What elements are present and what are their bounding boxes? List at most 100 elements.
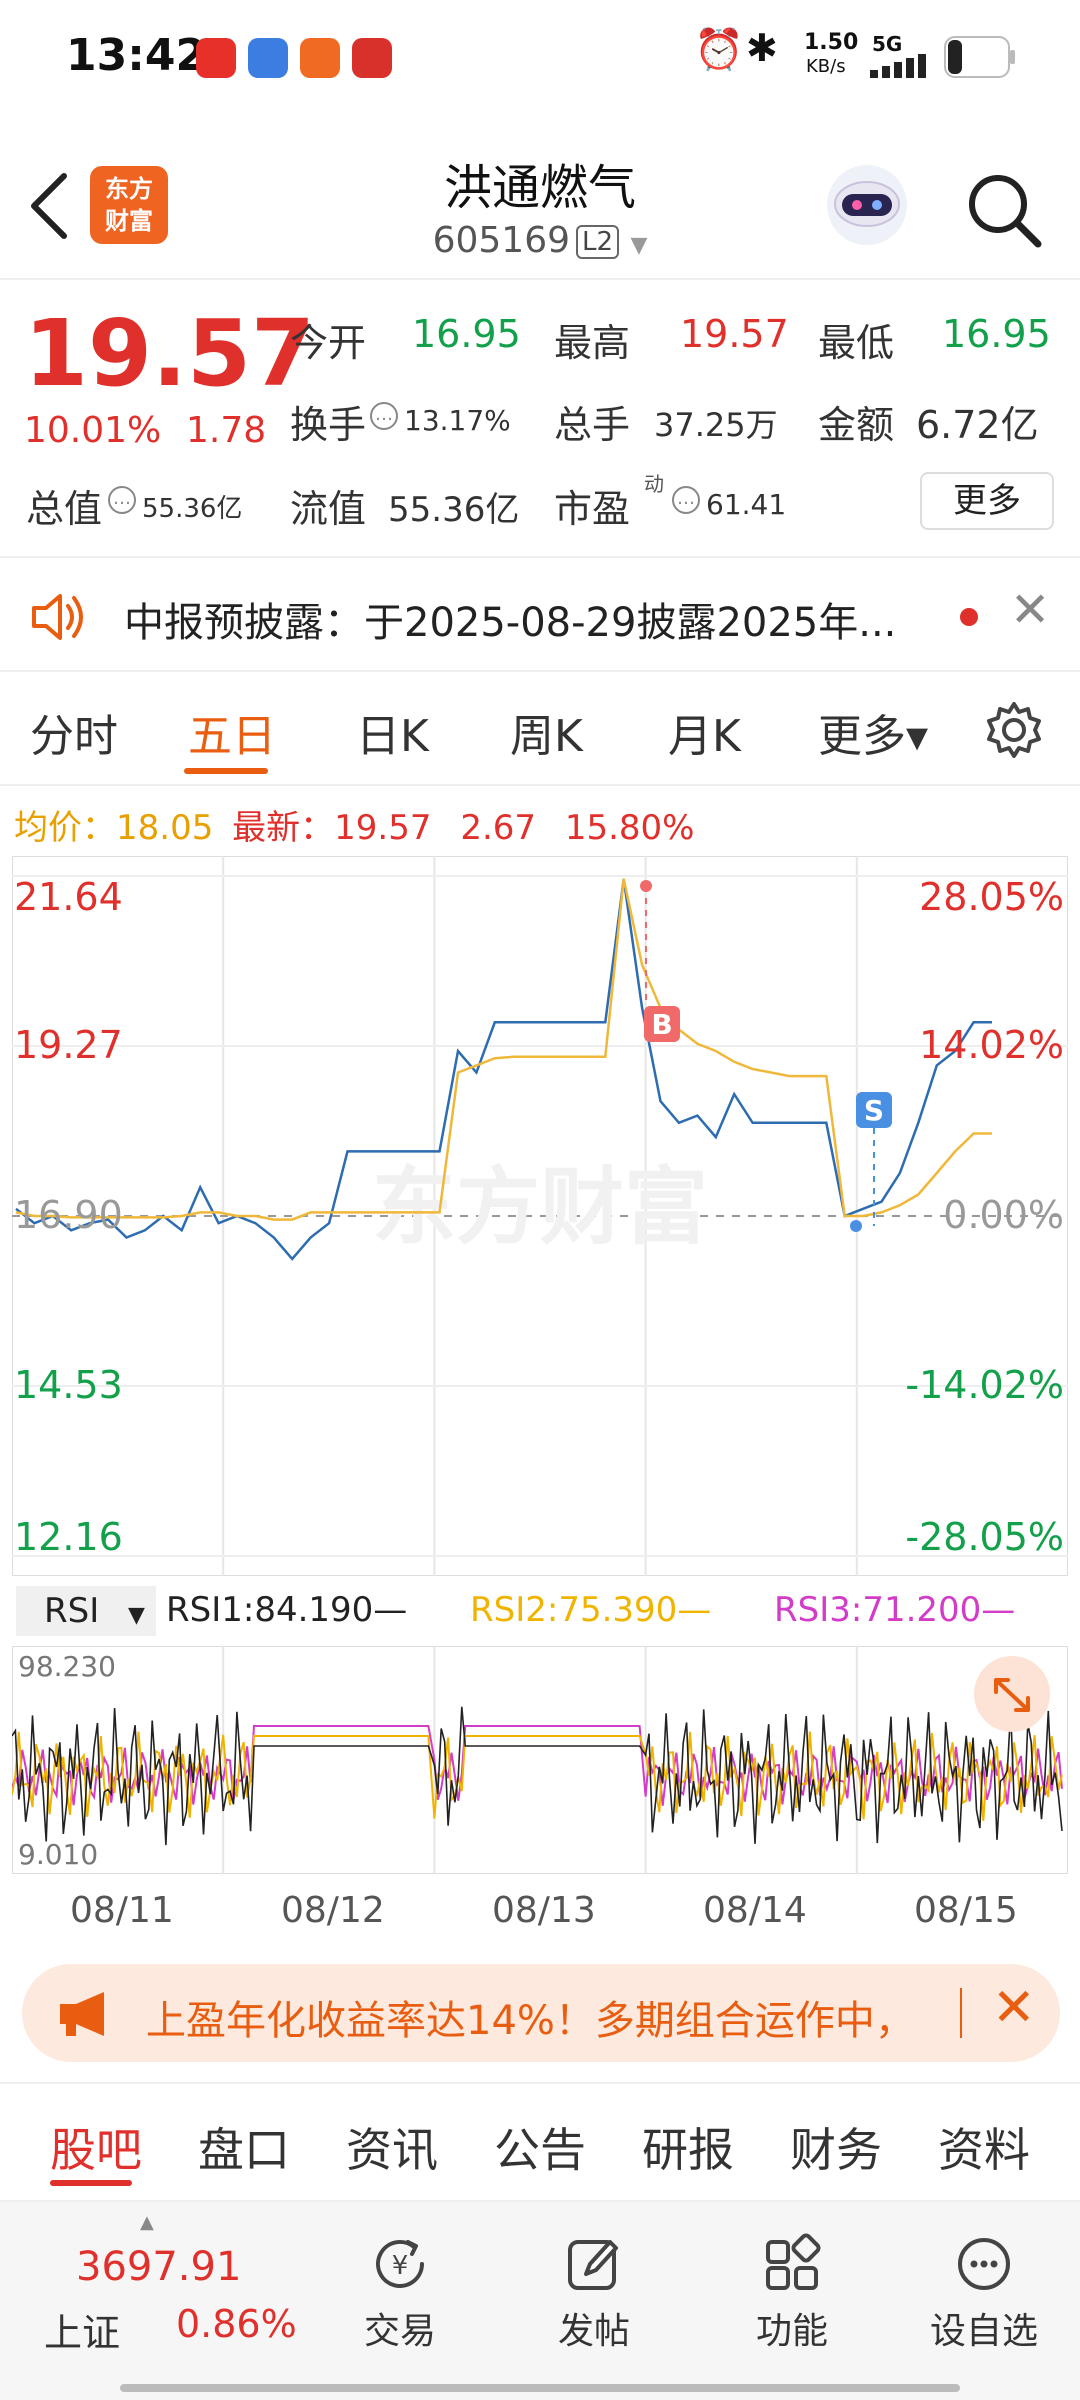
open-label: 今开 bbox=[290, 321, 367, 365]
volume-label: 总手 bbox=[554, 403, 631, 447]
latest-change: 2.67 bbox=[460, 808, 537, 848]
stock-name: 洪通燃气 bbox=[443, 160, 636, 216]
rsi-lines bbox=[12, 1706, 1063, 1846]
home-indicator[interactable] bbox=[120, 2384, 960, 2392]
app-notification-icon bbox=[352, 38, 392, 78]
nav-trade[interactable]: ¥ 交易 bbox=[320, 2232, 480, 2354]
settings-gear-icon[interactable] bbox=[984, 700, 1044, 760]
tab-more[interactable]: 更多▾ bbox=[818, 700, 928, 764]
tab-intraday[interactable]: 分时 bbox=[30, 700, 118, 764]
y-tick-left: 19.27 bbox=[14, 1023, 123, 1067]
close-icon[interactable]: ✕ bbox=[992, 1978, 1036, 2038]
low-label: 最低 bbox=[818, 321, 895, 365]
chevron-down-icon: ▼ bbox=[128, 1603, 145, 1628]
app-notification-icon bbox=[196, 38, 236, 78]
tab-news[interactable]: 资讯 bbox=[346, 2114, 438, 2180]
divider bbox=[960, 1988, 962, 2038]
y-axis-left: 21.64 19.27 16.90 14.53 12.16 bbox=[14, 875, 123, 1559]
alarm-icon: ⏰ bbox=[694, 27, 744, 73]
x-date-label: 08/11 bbox=[70, 1890, 174, 1931]
stock-code-row[interactable]: 605169 L2 ▼ bbox=[0, 220, 1080, 261]
rsi-grid bbox=[12, 1646, 1068, 1874]
tab-order-book[interactable]: 盘口 bbox=[198, 2114, 290, 2180]
chart-watermark: 东方财富 bbox=[372, 1158, 708, 1256]
tab-financials[interactable]: 财务 bbox=[790, 2114, 882, 2180]
y-tick-right: -14.02% bbox=[905, 1363, 1064, 1407]
tab-monthly-k[interactable]: 月K bbox=[668, 700, 741, 764]
rsi-chart[interactable]: 98.230 9.010 bbox=[12, 1646, 1068, 1874]
index-value[interactable]: 3697.91 bbox=[76, 2244, 241, 2290]
rsi-min-label: 9.010 bbox=[18, 1838, 98, 1871]
float-label: 流值 bbox=[290, 487, 367, 531]
more-button[interactable]: 更多 bbox=[920, 472, 1054, 530]
speaker-icon bbox=[32, 594, 83, 640]
avg-value: 18.05 bbox=[116, 808, 214, 848]
tab-announcements[interactable]: 公告 bbox=[494, 2114, 586, 2180]
y-tick-left: 12.16 bbox=[14, 1515, 123, 1559]
y-tick-left: 21.64 bbox=[14, 875, 123, 919]
trade-marker-label: B bbox=[651, 1008, 672, 1041]
index-name: 上证 bbox=[44, 2311, 121, 2355]
y-tick-left: 16.90 bbox=[14, 1193, 123, 1237]
ad-banner[interactable]: 上盈年化收益率达14%！多期组合运作中， ✕ bbox=[22, 1964, 1060, 2062]
turnover-value: 13.17% bbox=[404, 404, 511, 437]
avg-label: 均价： bbox=[14, 808, 116, 848]
low-point-dot bbox=[850, 1220, 862, 1232]
notice-bar[interactable]: 中报预披露：于2025-08-29披露2025年... ✕ bbox=[0, 556, 1080, 672]
grid-apps-icon bbox=[766, 2233, 821, 2290]
tab-daily-k[interactable]: 日K bbox=[356, 700, 429, 764]
info-icon[interactable]: … bbox=[672, 486, 700, 514]
x-date-label: 08/15 bbox=[914, 1890, 1018, 1931]
net-unit: KB/s bbox=[806, 56, 846, 77]
nav-add-watchlist[interactable]: 设自选 bbox=[904, 2232, 1064, 2354]
rsi-max-label: 98.230 bbox=[18, 1650, 116, 1683]
indicator-select-label: RSI bbox=[44, 1591, 100, 1631]
five-day-price-chart[interactable]: 东方财富 21.64 19.27 16.90 14.53 12.16 28.05% 14.… bbox=[12, 856, 1068, 1576]
status-bar: 13:42 ⏰ ✱ 1.50 KB/s 5G bbox=[0, 0, 1080, 110]
x-date-label: 08/12 bbox=[281, 1890, 385, 1931]
low-value: 16.95 bbox=[942, 312, 1051, 356]
expand-icon[interactable] bbox=[974, 1656, 1050, 1732]
tab-five-day[interactable]: 五日 bbox=[188, 700, 276, 764]
info-icon[interactable]: … bbox=[108, 486, 136, 514]
bottom-nav: ▲ 3697.91 上证 0.86% ¥ 交易 发帖 功能 设自选 bbox=[0, 2200, 1080, 2400]
current-price: 19.57 bbox=[24, 300, 316, 407]
indicator-select[interactable]: RSI ▼ bbox=[16, 1586, 156, 1636]
index-change-pct: 0.86% bbox=[176, 2302, 297, 2346]
robot-assistant-icon[interactable] bbox=[822, 160, 912, 250]
nav-add-watchlist-label: 设自选 bbox=[929, 2311, 1038, 2352]
close-icon[interactable]: ✕ bbox=[1010, 582, 1050, 638]
tab-profile[interactable]: 资料 bbox=[938, 2114, 1030, 2180]
y-tick-right: 0.00% bbox=[943, 1193, 1064, 1237]
notice-text: 中报预披露：于2025-08-29披露2025年... bbox=[124, 600, 897, 646]
volume-value: 37.25万 bbox=[654, 406, 778, 444]
y-tick-left: 14.53 bbox=[14, 1363, 123, 1407]
tab-weekly-k[interactable]: 周K bbox=[510, 700, 583, 764]
tab-underline bbox=[184, 768, 268, 774]
info-icon[interactable]: … bbox=[370, 402, 398, 430]
nav-functions[interactable]: 功能 bbox=[712, 2232, 872, 2354]
more-dots-icon bbox=[958, 2238, 1010, 2290]
nav-functions-label: 功能 bbox=[755, 2311, 828, 2352]
trade-marker-s[interactable]: S bbox=[856, 1092, 892, 1128]
trade-marker-b[interactable]: B bbox=[644, 1006, 680, 1042]
tab-guba[interactable]: 股吧 bbox=[50, 2114, 142, 2180]
stock-code: 605169 bbox=[432, 220, 571, 261]
change-value: 1.78 bbox=[186, 410, 267, 451]
rsi1-legend: RSI1:84.190— bbox=[166, 1590, 408, 1630]
tab-research[interactable]: 研报 bbox=[642, 2114, 734, 2180]
latest-change-pct: 15.80% bbox=[564, 808, 695, 848]
trade-yen-icon: ¥ bbox=[376, 2239, 424, 2288]
pe-value: 61.41 bbox=[706, 488, 787, 521]
tab-underline bbox=[50, 2180, 132, 2186]
app-notification-icon bbox=[248, 38, 288, 78]
nav-post[interactable]: 发帖 bbox=[514, 2232, 674, 2354]
svg-text:¥: ¥ bbox=[392, 2251, 409, 2281]
app-notification-icon bbox=[300, 38, 340, 78]
y-tick-right: 14.02% bbox=[919, 1023, 1064, 1067]
caret-up-icon: ▲ bbox=[140, 2212, 154, 2233]
net-speed: 1.50 bbox=[804, 30, 859, 55]
level-badge: L2 bbox=[576, 225, 620, 259]
y-tick-right: -28.05% bbox=[905, 1515, 1064, 1559]
search-icon[interactable] bbox=[964, 170, 1044, 250]
